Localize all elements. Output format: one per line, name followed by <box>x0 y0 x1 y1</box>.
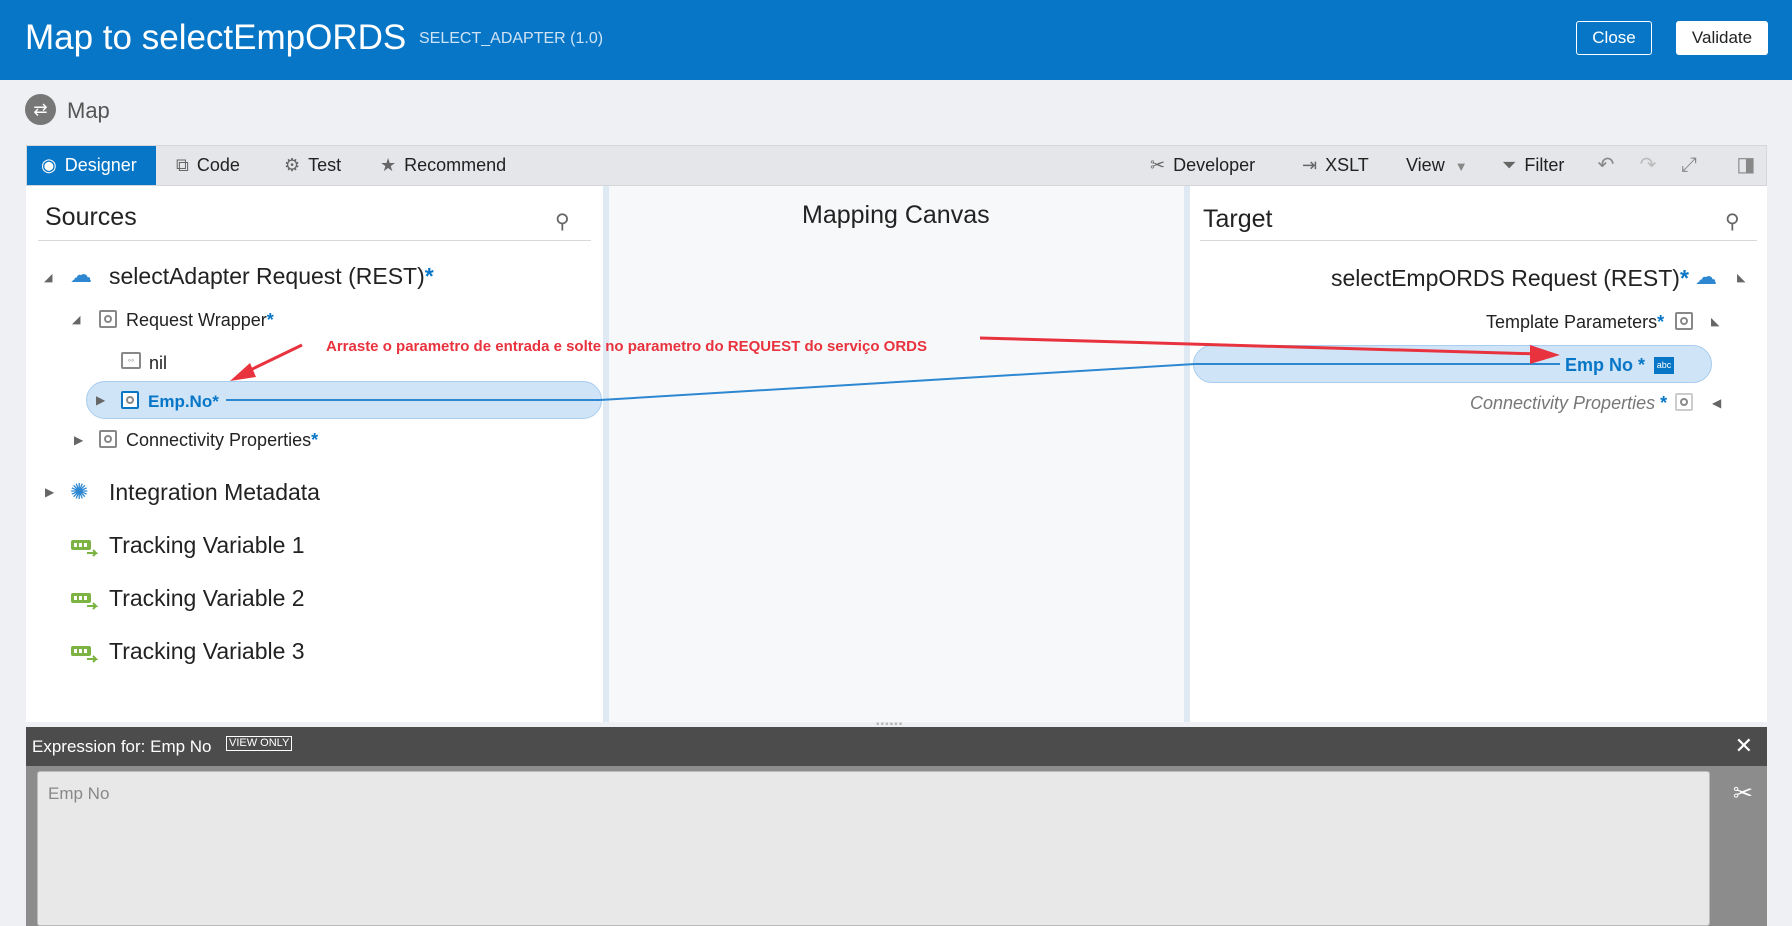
target-title: Target <box>1203 205 1273 233</box>
structure-icon <box>99 310 117 328</box>
designer-toolbar: ◉ Designer ⧉ Code ⚙ Test ★ Recommend ✂ Develo… <box>26 145 1767 186</box>
star-icon: ★ <box>380 155 397 175</box>
tab-code[interactable]: ⧉ Code <box>176 146 240 185</box>
tab-code-label: Code <box>196 155 240 175</box>
undo-icon[interactable]: ↶ <box>1592 146 1620 185</box>
map-label: Map <box>67 98 110 123</box>
expression-header: Expression for: Emp No VIEW ONLY ✕ <box>26 727 1767 766</box>
emp-no-target-node[interactable]: Emp No * <box>1565 355 1645 376</box>
page-subtitle: SELECT_ADAPTER (1.0) <box>419 30 604 47</box>
nil-node[interactable]: nil <box>149 353 167 374</box>
map-icon: ⇄ <box>25 94 56 125</box>
close-icon[interactable]: ✕ <box>1735 733 1753 759</box>
close-button[interactable]: Close <box>1576 21 1652 55</box>
developer-label: Developer <box>1173 155 1256 175</box>
mapping-canvas-title: Mapping Canvas <box>802 201 990 229</box>
wrench-icon[interactable]: ✂ <box>1733 779 1753 808</box>
sources-divider <box>38 240 591 241</box>
xslt-icon: ⇥ <box>1302 155 1318 175</box>
expand-triangle-icon[interactable]: ▶ <box>96 393 105 407</box>
template-parameters-label: Template Parameters <box>1486 312 1658 332</box>
expression-panel: Expression for: Emp No VIEW ONLY ✕ Emp N… <box>26 727 1767 926</box>
tab-test[interactable]: ⚙ Test <box>284 146 341 185</box>
integration-metadata-icon: ✺ <box>70 479 89 504</box>
integration-metadata-node[interactable]: Integration Metadata <box>109 479 320 506</box>
tracking-variable-1[interactable]: Tracking Variable 1 <box>109 532 305 559</box>
developer-button[interactable]: ✂ Developer <box>1150 146 1255 185</box>
emp-no-source-label: Emp.No <box>148 392 213 411</box>
redo-icon[interactable]: ↷ <box>1634 146 1662 185</box>
designer-icon: ◉ <box>41 155 57 175</box>
sources-title: Sources <box>45 203 137 231</box>
tracking-variable-2[interactable]: Tracking Variable 2 <box>109 585 305 612</box>
tab-recommend[interactable]: ★ Recommend <box>380 146 506 185</box>
wrench-icon: ✂ <box>1150 155 1166 175</box>
mapper-app: Map to selectEmpORDS SELECT_ADAPTER (1.0… <box>0 0 1792 926</box>
tracking-variable-3[interactable]: Tracking Variable 3 <box>109 638 305 665</box>
expand-triangle-icon[interactable]: ▶ <box>74 433 83 447</box>
expand-triangle-icon[interactable]: ◀ <box>1712 396 1721 410</box>
string-type-badge: abc <box>1654 357 1674 374</box>
mapped-element-icon <box>121 391 139 409</box>
collapse-triangle-icon[interactable]: ◣ <box>1711 315 1719 328</box>
collapse-triangle-icon[interactable]: ◣ <box>1737 271 1745 284</box>
view-only-badge: VIEW ONLY <box>226 736 293 751</box>
collapse-triangle-icon[interactable]: ◢ <box>44 271 52 284</box>
request-wrapper-label: Request Wrapper <box>126 310 267 330</box>
tracking-variable-icon <box>71 593 98 610</box>
xslt-label: XSLT <box>1325 155 1369 175</box>
expand-icon[interactable]: ⤢ <box>1675 146 1703 185</box>
nil-icon: ◦◦ <box>121 352 141 369</box>
emp-no-target-label: Emp No <box>1565 355 1634 375</box>
connectivity-target-label: Connectivity Properties <box>1470 393 1656 413</box>
expand-triangle-icon[interactable]: ▶ <box>45 485 54 499</box>
connectivity-target-node[interactable]: Connectivity Properties * <box>1470 393 1667 414</box>
rest-cloud-icon: ☁ <box>70 262 92 287</box>
rest-cloud-icon: ☁ <box>1695 264 1717 289</box>
gear-icon: ⚙ <box>284 155 301 175</box>
header-bar: Map to selectEmpORDS SELECT_ADAPTER (1.0… <box>0 0 1792 80</box>
validate-button[interactable]: Validate <box>1676 21 1768 55</box>
mapping-canvas-panel <box>609 186 1184 722</box>
template-parameters-node[interactable]: Template Parameters* <box>1486 312 1664 333</box>
filter-icon: ⏷ <box>1502 155 1517 175</box>
page-title: Map to selectEmpORDS <box>25 18 407 57</box>
collapse-triangle-icon[interactable]: ◢ <box>72 313 80 326</box>
target-root-node[interactable]: selectEmpORDS Request (REST)* <box>1331 265 1689 292</box>
structure-icon <box>1675 312 1693 330</box>
tab-designer-label: Designer <box>64 155 137 175</box>
tracking-variable-icon <box>71 540 98 557</box>
search-icon[interactable]: ⚲ <box>1725 209 1740 234</box>
connectivity-source-node[interactable]: Connectivity Properties* <box>126 430 318 451</box>
search-icon[interactable]: ⚲ <box>555 209 570 234</box>
structure-icon <box>1675 393 1693 411</box>
tab-recommend-label: Recommend <box>404 155 507 175</box>
filter-label: Filter <box>1524 155 1565 175</box>
tab-designer[interactable]: ◉ Designer <box>27 146 156 185</box>
drag-drop-annotation: Arraste o parametro de entrada e solte n… <box>326 338 927 355</box>
view-label: View <box>1406 155 1445 175</box>
chevron-down-icon: ▼ <box>1454 159 1468 174</box>
filter-button[interactable]: ⏷ Filter <box>1502 146 1564 185</box>
target-root-label: selectEmpORDS Request (REST) <box>1331 265 1680 291</box>
expression-editor[interactable]: Emp No <box>37 771 1710 926</box>
source-root-label: selectAdapter Request (REST) <box>109 263 425 289</box>
connectivity-source-label: Connectivity Properties <box>126 430 312 450</box>
request-wrapper-node[interactable]: Request Wrapper* <box>126 310 274 331</box>
xslt-button[interactable]: ⇥ XSLT <box>1302 146 1369 185</box>
tracking-variable-icon <box>71 646 98 663</box>
code-icon: ⧉ <box>176 155 189 175</box>
expression-title: Expression for: Emp No <box>32 737 212 756</box>
tab-test-label: Test <box>308 155 342 175</box>
source-root-node[interactable]: selectAdapter Request (REST)* <box>109 263 434 290</box>
emp-no-source-node[interactable]: Emp.No* <box>148 392 219 412</box>
target-divider <box>1200 240 1757 241</box>
structure-icon <box>99 430 117 448</box>
panel-toggle-icon[interactable]: ◨ <box>1732 146 1760 185</box>
view-dropdown[interactable]: View ▼ <box>1406 146 1468 185</box>
